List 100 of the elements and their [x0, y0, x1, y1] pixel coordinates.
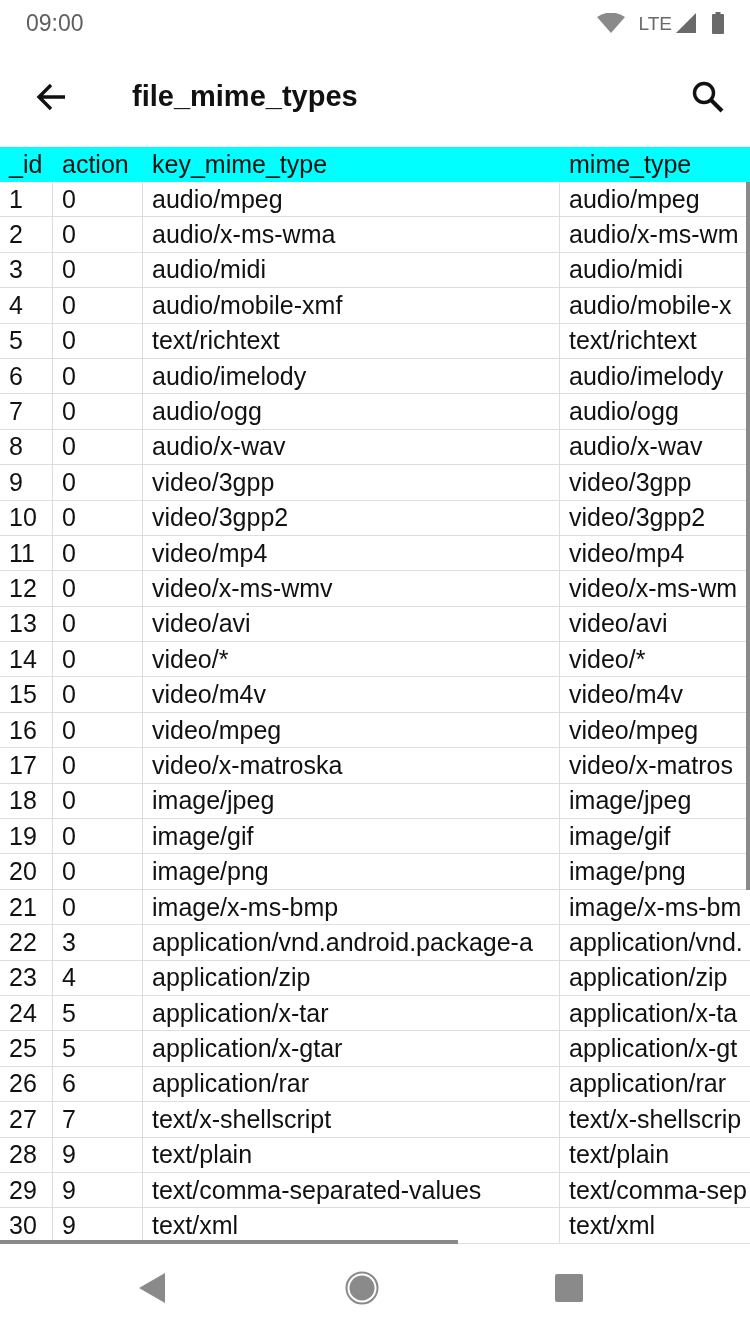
table-cell: application/x-gtar [143, 1031, 560, 1067]
table-cell: image/jpeg [143, 783, 560, 820]
table-cell: 16 [0, 712, 53, 749]
table-cell: application/zip [560, 960, 750, 996]
table-cell: image/png [143, 854, 560, 890]
table-cell: 14 [0, 642, 53, 678]
table-cell: application/rar [560, 1066, 750, 1103]
table-cell: 20 [0, 854, 53, 890]
search-icon [692, 80, 724, 113]
table-cell: 11 [0, 535, 53, 572]
signal-icon [676, 13, 696, 33]
table-cell: 6 [53, 1066, 143, 1103]
table-cell: 0 [53, 465, 143, 501]
table-cell: 9 [53, 1137, 143, 1173]
table-cell: 0 [53, 783, 143, 820]
horizontal-scrollbar[interactable] [0, 1239, 458, 1244]
table-cell: application/x-gt [560, 1031, 750, 1067]
table-cell: 6 [0, 358, 53, 395]
table-cell: 28 [0, 1137, 53, 1173]
table-cell: text/x-shellscrip [560, 1102, 750, 1138]
table-cell: 15 [0, 677, 53, 713]
table-cell: 0 [53, 323, 143, 359]
table-cell: 0 [53, 288, 143, 324]
table-cell: 12 [0, 571, 53, 607]
table-cell: 0 [53, 429, 143, 466]
table-cell: 9 [0, 465, 53, 501]
table-cell: application/x-ta [560, 996, 750, 1032]
table-cell: 7 [0, 394, 53, 430]
column-header: key_mime_type [151, 149, 329, 180]
table-cell: 0 [53, 889, 143, 926]
wifi-icon [596, 13, 625, 33]
table-cell: 18 [0, 783, 53, 820]
table-cell: 10 [0, 500, 53, 536]
column-header: mime_type [568, 149, 693, 180]
screen-title: file_mime_types [132, 78, 358, 114]
table-cell: 0 [53, 712, 143, 749]
table-cell: application/vnd.android.package-a [143, 925, 560, 961]
table-cell: 25 [0, 1031, 53, 1067]
table-cell: 4 [53, 960, 143, 996]
vertical-scrollbar[interactable] [746, 182, 750, 890]
table-cell: 5 [53, 996, 143, 1032]
table-cell: audio/imelody [143, 358, 560, 395]
table-cell: 0 [53, 677, 143, 713]
table-cell: 3 [53, 925, 143, 961]
table-cell: 0 [53, 358, 143, 395]
table-cell: 23 [0, 960, 53, 996]
table-cell: 7 [53, 1102, 143, 1138]
table-cell: audio/x-wav [143, 429, 560, 466]
table-cell: video/avi [143, 606, 560, 643]
table-cell: audio/midi [143, 252, 560, 289]
table-cell: 3 [0, 252, 53, 289]
table-cell: text/plain [560, 1137, 750, 1173]
table-cell: application/rar [143, 1066, 560, 1103]
table-cell: 0 [53, 748, 143, 784]
table-cell: 0 [53, 217, 143, 253]
table-cell: image/x-ms-bmp [143, 889, 560, 926]
table-cell: 13 [0, 606, 53, 643]
table-cell: text/richtext [143, 323, 560, 359]
battery-icon [712, 12, 724, 34]
table-cell: image/gif [143, 819, 560, 855]
table-cell: text/x-shellscript [143, 1102, 560, 1138]
arrow-left-icon [36, 82, 66, 111]
table-cell: audio/mobile-xmf [143, 288, 560, 324]
table-cell: 19 [0, 819, 53, 855]
table-cell: image/x-ms-bm [560, 889, 750, 926]
table-cell: audio/ogg [143, 394, 560, 430]
table-cell: 0 [53, 394, 143, 430]
table-cell: 0 [53, 500, 143, 536]
table-cell: 24 [0, 996, 53, 1032]
table-cell: audio/mpeg [143, 182, 560, 218]
table-cell: 5 [0, 323, 53, 359]
triangle-back-icon [138, 1273, 165, 1304]
table-cell: 0 [53, 535, 143, 572]
table-cell: text/xml [560, 1208, 750, 1244]
table-cell: 0 [53, 854, 143, 890]
table-cell: 0 [53, 606, 143, 643]
table-cell: 0 [53, 819, 143, 855]
table-cell: 5 [53, 1031, 143, 1067]
table-cell: 0 [53, 182, 143, 218]
table-cell: application/zip [143, 960, 560, 996]
table-cell: text/plain [143, 1137, 560, 1173]
table-cell: 1 [0, 182, 53, 218]
square-recents-icon [554, 1274, 583, 1303]
table-cell: 26 [0, 1066, 53, 1103]
table-cell: 0 [53, 571, 143, 607]
table-cell: 0 [53, 642, 143, 678]
table-cell: 2 [0, 217, 53, 253]
table-cell: text/comma-separated-values [143, 1172, 560, 1209]
table-cell: video/* [143, 642, 560, 678]
table-cell: 0 [53, 252, 143, 289]
network-label: LTE [638, 13, 672, 33]
table-cell: 4 [0, 288, 53, 324]
table-cell: application/x-tar [143, 996, 560, 1032]
status-time: 09:00 [26, 11, 84, 35]
table-cell: application/vnd. [560, 925, 750, 961]
table-cell: 8 [0, 429, 53, 466]
table-cell: 17 [0, 748, 53, 784]
table-cell: video/mpeg [143, 712, 560, 749]
table-cell: audio/x-ms-wma [143, 217, 560, 253]
table-cell: video/x-ms-wmv [143, 571, 560, 607]
